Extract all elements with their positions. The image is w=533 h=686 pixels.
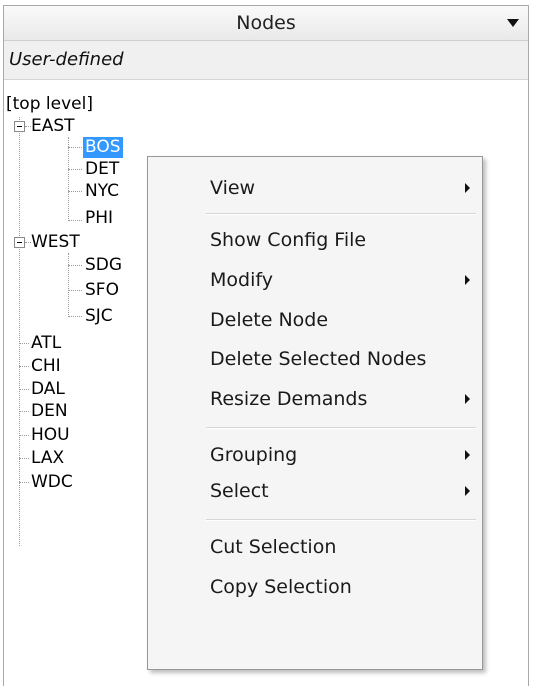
panel-title: Nodes xyxy=(236,12,296,34)
menu-item-label: Show Config File xyxy=(210,229,367,251)
view-mode-label: User-defined xyxy=(9,49,124,70)
menu-item-cut-selection[interactable]: Cut Selection xyxy=(148,530,482,564)
tree-node-dal[interactable]: DAL xyxy=(31,379,65,400)
tree-node-chi[interactable]: CHI xyxy=(31,356,61,377)
tree-connector xyxy=(19,343,29,344)
tree-node-sjc[interactable]: SJC xyxy=(85,306,113,327)
tree-node-phi[interactable]: PHI xyxy=(85,208,113,229)
submenu-arrow-icon xyxy=(465,275,470,285)
tree-connector xyxy=(68,220,82,221)
collapse-toggle-icon[interactable] xyxy=(14,237,25,248)
menu-item-delete-node[interactable]: Delete Node xyxy=(148,303,482,337)
view-mode-bar: User-defined xyxy=(4,41,528,80)
menu-item-grouping[interactable]: Grouping xyxy=(148,438,482,472)
menu-item-label: Cut Selection xyxy=(210,536,337,558)
menu-separator xyxy=(206,519,476,521)
context-menu: View Show Config File Modify Delete Node… xyxy=(147,156,483,670)
tree-node-det[interactable]: DET xyxy=(85,159,119,180)
tree-node-sdg[interactable]: SDG xyxy=(85,255,122,276)
tree-node-hou[interactable]: HOU xyxy=(31,425,70,446)
menu-item-show-config-file[interactable]: Show Config File xyxy=(148,223,482,257)
menu-item-label: Select xyxy=(210,480,269,502)
menu-item-delete-selected-nodes[interactable]: Delete Selected Nodes xyxy=(148,342,482,376)
tree-connector xyxy=(19,482,29,483)
submenu-arrow-icon xyxy=(465,450,470,460)
menu-item-view[interactable]: View xyxy=(148,171,482,205)
menu-item-label: Resize Demands xyxy=(210,388,368,410)
tree-connector xyxy=(19,366,29,367)
tree-connector xyxy=(68,191,82,192)
tree-connector xyxy=(19,389,29,390)
tree-node-lax[interactable]: LAX xyxy=(31,448,64,469)
tree-group-west[interactable]: WEST xyxy=(31,232,80,253)
tree-connector xyxy=(68,290,82,291)
tree-connector xyxy=(68,316,82,317)
menu-item-label: Modify xyxy=(210,269,273,291)
tree-node-nyc[interactable]: NYC xyxy=(85,181,119,202)
tree-connector xyxy=(68,147,82,148)
menu-item-label: Grouping xyxy=(210,444,298,466)
menu-item-label: Copy Selection xyxy=(210,576,352,598)
tree-node-sfo[interactable]: SFO xyxy=(85,280,119,301)
submenu-arrow-icon xyxy=(465,486,470,496)
chevron-down-icon[interactable] xyxy=(507,19,519,27)
tree-connector xyxy=(68,265,82,266)
menu-item-modify[interactable]: Modify xyxy=(148,263,482,297)
submenu-arrow-icon xyxy=(465,183,470,193)
menu-separator xyxy=(206,213,476,215)
tree-connector xyxy=(68,169,82,170)
submenu-arrow-icon xyxy=(465,394,470,404)
tree-connector xyxy=(19,435,29,436)
tree-node-atl[interactable]: ATL xyxy=(31,333,61,354)
tree-node-den[interactable]: DEN xyxy=(31,401,68,422)
collapse-toggle-icon[interactable] xyxy=(14,121,25,132)
tree-root[interactable]: [top level] xyxy=(6,94,93,115)
tree-group-east[interactable]: EAST xyxy=(31,116,75,137)
tree-connector xyxy=(19,411,29,412)
panel-header[interactable]: Nodes xyxy=(4,6,528,41)
menu-item-resize-demands[interactable]: Resize Demands xyxy=(148,382,482,416)
menu-item-copy-selection[interactable]: Copy Selection xyxy=(148,570,482,604)
menu-separator xyxy=(206,427,476,429)
tree-connector xyxy=(19,458,29,459)
tree-node-bos[interactable]: BOS xyxy=(83,137,123,158)
menu-item-select[interactable]: Select xyxy=(148,474,482,508)
tree-guide-line xyxy=(68,137,69,221)
tree-guide-line xyxy=(68,253,69,317)
tree-node-wdc[interactable]: WDC xyxy=(31,472,73,493)
menu-item-label: Delete Node xyxy=(210,309,329,331)
menu-item-label: Delete Selected Nodes xyxy=(210,348,427,370)
menu-item-label: View xyxy=(210,177,256,199)
